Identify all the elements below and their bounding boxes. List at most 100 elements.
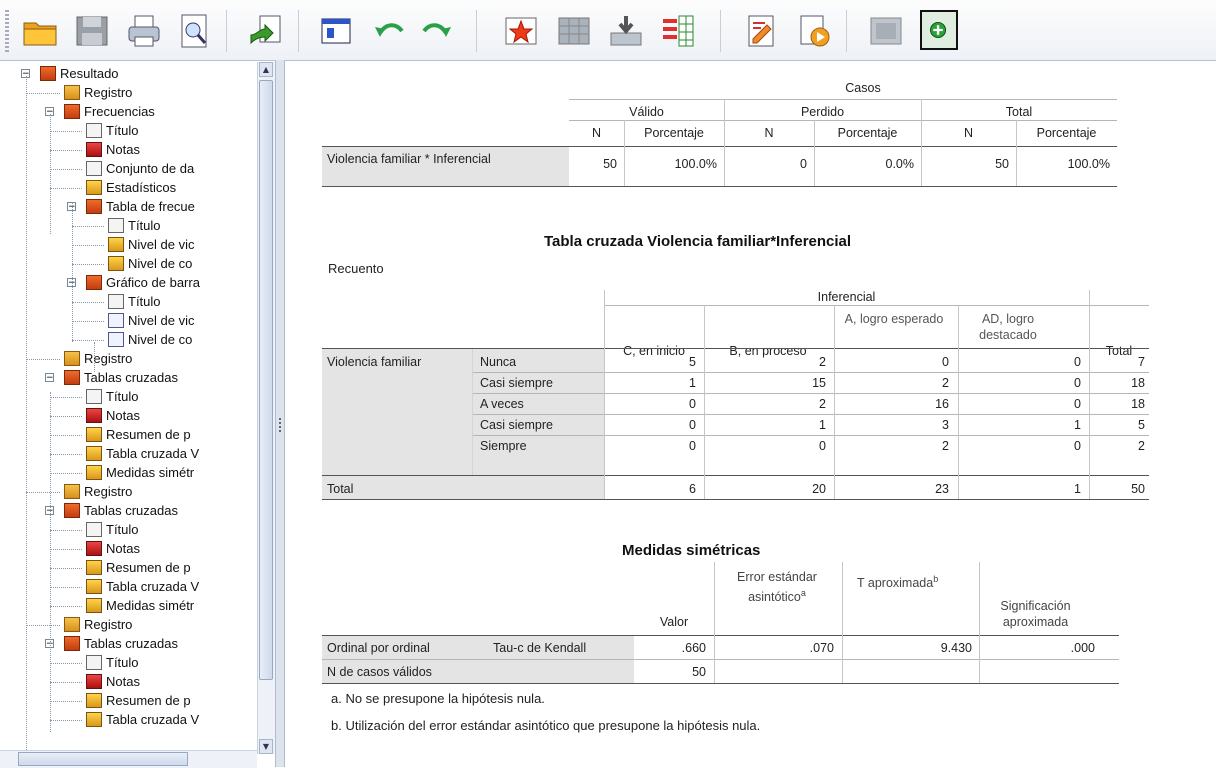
cell-value: .070 [809,641,834,655]
tree-item[interactable]: Título [86,121,139,140]
tree-item[interactable]: Tablas cruzadas [64,368,178,387]
tree-item[interactable]: Nivel de co [108,330,192,349]
row-label: Casi siempre [480,418,553,432]
tree-item[interactable]: Nivel de vic [108,235,194,254]
tree-horizontal-scrollbar[interactable] [0,750,257,768]
col-header: Porcentaje [837,126,898,140]
tree-item[interactable]: Resultado [40,64,119,83]
gray-placeholder-icon[interactable] [868,13,904,49]
tree-item[interactable]: Notas [86,672,140,691]
tree-item[interactable]: Medidas simétr [86,596,194,615]
col-header: Válido [629,105,664,119]
tree-item-label: Tabla cruzada V [106,579,200,594]
tree-item[interactable]: Registro [64,349,132,368]
tree-item[interactable]: Notas [86,539,140,558]
cell-value: 23 [935,482,949,496]
cell-value: 0 [1074,355,1081,369]
collapse-toggle-icon[interactable]: − [45,373,54,383]
recall-dialog-icon[interactable] [318,13,354,49]
crosstab-subtitle: Recuento [328,261,384,276]
print-preview-icon[interactable] [176,13,212,49]
tree-item[interactable]: Tabla de frecue [86,197,195,216]
table-icon [86,693,102,708]
tree-item[interactable]: Título [108,216,161,235]
cell-value: 0 [1074,439,1081,453]
tree-item[interactable]: Registro [64,482,132,501]
cell-value: 2 [819,355,826,369]
tree-item[interactable]: Frecuencias [64,102,155,121]
tree-item[interactable]: Tablas cruzadas [64,501,178,520]
cell-value: 1 [1074,482,1081,496]
goto-case-icon[interactable] [503,13,539,49]
tree-item[interactable]: Nivel de vic [108,311,194,330]
tree-item[interactable]: Notas [86,140,140,159]
scroll-thumb[interactable] [18,752,188,766]
toolbar-separator [476,10,477,52]
tree-item[interactable]: Título [86,387,139,406]
scroll-down-arrow-icon[interactable]: ▼ [259,739,273,754]
tree-item[interactable]: Resumen de p [86,691,191,710]
tree-item[interactable]: Registro [64,615,132,634]
tree-item[interactable]: Título [86,520,139,539]
row-label: N de casos válidos [327,665,432,679]
scroll-thumb[interactable] [259,80,273,680]
page-icon [86,123,102,138]
insert-cases-icon[interactable] [608,13,644,49]
cell-value: .660 [681,641,706,655]
tree-item[interactable]: Título [86,653,139,672]
tree-item[interactable]: Tabla cruzada V [86,444,199,463]
tree-item-label: Resultado [60,66,119,81]
scroll-up-arrow-icon[interactable]: ▲ [259,62,273,77]
page-icon [86,655,102,670]
row-label: Casi siempre [480,376,553,390]
variables-icon[interactable] [660,13,696,49]
cell-value: 0 [800,157,807,171]
tree-item[interactable]: Tabla cruzada V [86,577,199,596]
col-group-header: Inferencial [817,290,876,304]
tree-item[interactable]: Estadísticos [86,178,176,197]
tree-item[interactable]: Gráfico de barra [86,273,200,292]
add-green-icon[interactable] [920,10,958,50]
table-icon [86,579,102,594]
tree-item[interactable]: Medidas simétr [86,463,194,482]
cell-value: 2 [1138,439,1145,453]
tree-item-label: Notas [106,142,140,157]
goto-variable-icon[interactable] [556,13,592,49]
tree-vertical-scrollbar[interactable]: ▲ ▼ [257,62,275,754]
redo-icon[interactable] [418,13,454,49]
tree-item[interactable]: Registro [64,83,132,102]
toolbar-grip[interactable] [5,10,9,52]
notes-icon [86,674,102,689]
cell-value: 1 [819,418,826,432]
cell-value: 5 [689,355,696,369]
tree-item[interactable]: Tabla cruzada V [86,710,199,729]
print-icon[interactable] [126,13,162,49]
toolbar-separator [226,10,227,52]
tree-item[interactable]: Título [108,292,161,311]
tree-item[interactable]: Conjunto de da [86,159,194,178]
tree-item-label: Registro [84,85,133,100]
open-icon[interactable] [22,13,58,49]
tree-item[interactable]: Resumen de p [86,425,191,444]
save-icon[interactable] [74,13,110,49]
tree-item[interactable]: Tablas cruzadas [64,634,178,653]
tree-item[interactable]: Nivel de co [108,254,192,273]
notes-icon [86,541,102,556]
tree-item-label: Resumen de p [106,693,191,708]
pane-splitter[interactable] [275,60,285,767]
designate-window-icon[interactable] [744,13,780,49]
export-icon[interactable] [248,13,284,49]
total-label: Total [327,482,354,496]
cell-value: 7 [1138,355,1145,369]
crosstab-title: Tabla cruzada Violencia familiar*Inferen… [544,233,852,250]
tree-item-label: Título [128,218,161,233]
footnote-b: b. Utilización del error estándar asintó… [331,718,761,733]
row-label: Nunca [480,355,517,369]
tree-item-label: Nivel de vic [128,237,195,252]
run-script-icon[interactable] [796,13,832,49]
tree-item[interactable]: Notas [86,406,140,425]
col-header: Porcentaje [644,126,704,140]
tree-item[interactable]: Resumen de p [86,558,191,577]
cell-value: 100.0% [1067,157,1110,171]
undo-icon[interactable] [372,13,408,49]
